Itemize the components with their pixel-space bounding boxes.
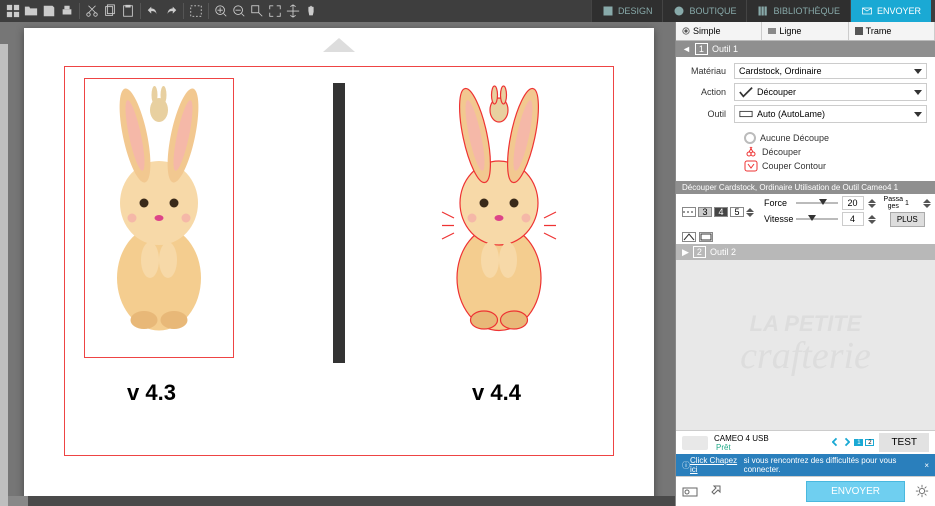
paste-icon[interactable]	[119, 2, 137, 20]
send-button[interactable]: ENVOYER	[806, 481, 905, 502]
force-value[interactable]: 20	[842, 196, 864, 210]
device-status: Prêt	[716, 443, 769, 452]
vitesse-slider[interactable]	[796, 218, 838, 220]
feed-arrow-icon	[323, 38, 355, 52]
gear-icon[interactable]	[915, 484, 929, 500]
zoom-in-icon[interactable]	[212, 2, 230, 20]
zoom-out-icon[interactable]	[230, 2, 248, 20]
tab-bibliotheque[interactable]: BIBLIOTHÈQUE	[746, 0, 850, 22]
center-divider	[333, 83, 345, 363]
send-bar: ENVOYER	[676, 476, 935, 506]
mode-trame[interactable]: Trame	[849, 22, 935, 40]
test-button[interactable]: TEST	[879, 433, 929, 452]
force-spinner[interactable]	[868, 199, 876, 208]
zoom-select-icon[interactable]	[248, 2, 266, 20]
print-icon[interactable]	[58, 2, 76, 20]
hand-icon[interactable]	[302, 2, 320, 20]
tool2-header[interactable]: ▶ 2 Outil 2	[676, 244, 935, 260]
send-panel: Simple Ligne Trame ◄ 1 Outil 1 Matériau …	[675, 22, 935, 506]
dash-val-3[interactable]: 3	[698, 207, 712, 217]
line-solid-icon[interactable]	[682, 232, 696, 242]
chevron-down-icon	[914, 90, 922, 95]
zoom-fit-icon[interactable]	[266, 2, 284, 20]
copy-icon[interactable]	[101, 2, 119, 20]
tab-boutique[interactable]: BOUTIQUE	[662, 0, 746, 22]
action-combo[interactable]: Découper	[734, 83, 927, 101]
close-icon[interactable]: ×	[924, 461, 929, 470]
vitesse-spinner[interactable]	[868, 215, 876, 224]
line-style-picker[interactable]: 3 4 5	[676, 194, 760, 230]
top-toolbar: DESIGN BOUTIQUE BIBLIOTHÈQUE ENVOYER	[0, 0, 935, 22]
watermark: LA PETITEcrafterie	[676, 260, 935, 430]
outil-combo[interactable]: Auto (AutoLame)	[734, 105, 927, 123]
action-label: Action	[684, 87, 734, 97]
mode-simple[interactable]: Simple	[676, 22, 762, 40]
chevron-right-icon[interactable]: ▶	[682, 247, 689, 258]
help-bar: ⓘ Click Chapez ici si vous rencontrez de…	[676, 454, 935, 476]
load-unload-icon[interactable]	[832, 436, 850, 450]
chevron-down-icon	[914, 69, 922, 74]
page: v 4.3 v 4.4	[24, 28, 654, 506]
materiau-label: Matériau	[684, 66, 734, 76]
tab-design[interactable]: DESIGN	[591, 0, 663, 22]
dash-val-4[interactable]: 4	[714, 207, 728, 217]
outil-label: Outil	[684, 109, 734, 119]
carriage-grid[interactable]: 12	[854, 439, 875, 446]
grid-icon[interactable]	[4, 2, 22, 20]
save-icon[interactable]	[40, 2, 58, 20]
version-label-2: v 4.4	[464, 378, 529, 408]
ruler-vertical	[0, 44, 8, 506]
passages-spinner[interactable]	[923, 199, 931, 208]
chevron-down-icon	[914, 112, 922, 117]
dash-opt[interactable]	[682, 207, 696, 217]
pan-icon[interactable]	[284, 2, 302, 20]
materiau-combo[interactable]: Cardstock, Ordinaire	[734, 63, 927, 79]
dash-spinner[interactable]	[746, 208, 754, 217]
cut-icon[interactable]	[83, 2, 101, 20]
mode-row: Simple Ligne Trame	[676, 22, 935, 41]
passages-value[interactable]: 1	[905, 200, 921, 207]
top-tabs: DESIGN BOUTIQUE BIBLIOTHÈQUE ENVOYER	[591, 0, 931, 22]
version-label-1: v 4.3	[119, 378, 184, 408]
mode-ligne[interactable]: Ligne	[762, 22, 848, 40]
cut-info-bar: Découper Cardstock, Ordinaire Utilisatio…	[676, 181, 935, 194]
act-contour[interactable]: Couper Contour	[744, 159, 927, 173]
undo-icon[interactable]	[144, 2, 162, 20]
vitesse-label: Vitesse	[764, 214, 792, 224]
tab-envoyer[interactable]: ENVOYER	[850, 0, 931, 22]
dash-val-5[interactable]: 5	[730, 207, 744, 217]
line-shape-icon[interactable]	[699, 232, 713, 242]
redo-icon[interactable]	[162, 2, 180, 20]
action-list: Aucune Découpe Découper Couper Contour	[684, 127, 927, 175]
tool1-header[interactable]: ◄ 1 Outil 1	[676, 41, 935, 57]
scrollbar-horizontal[interactable]	[8, 496, 675, 506]
help-link[interactable]: Click Chapez ici	[690, 456, 744, 474]
machine-icon[interactable]	[682, 484, 698, 500]
settings-tool-icon[interactable]	[706, 484, 722, 500]
vitesse-value[interactable]: 4	[842, 212, 864, 226]
device-bar: CAMEO 4 USB Prêt 12 TEST	[676, 430, 935, 454]
select-icon[interactable]	[187, 2, 205, 20]
chevron-left-icon[interactable]: ◄	[682, 44, 691, 54]
force-label: Force	[764, 198, 792, 208]
canvas-area[interactable]: v 4.3 v 4.4	[0, 22, 675, 506]
force-slider[interactable]	[796, 202, 838, 204]
tool1-body: Matériau Cardstock, Ordinaire Action Déc…	[676, 57, 935, 181]
device-icon	[682, 436, 708, 450]
plus-button[interactable]: PLUS	[890, 212, 925, 227]
bunny-image-1[interactable]	[84, 78, 234, 358]
open-icon[interactable]	[22, 2, 40, 20]
act-cut[interactable]: Découper	[744, 145, 927, 159]
bunny-image-2[interactable]	[424, 78, 574, 358]
device-name: CAMEO 4 USB	[714, 434, 769, 443]
passages-label: Passa ges	[884, 196, 903, 210]
act-none[interactable]: Aucune Découpe	[744, 131, 927, 145]
